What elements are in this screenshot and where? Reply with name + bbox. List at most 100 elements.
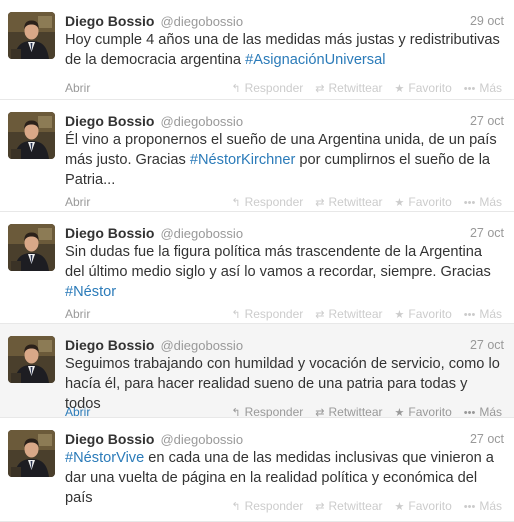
reply-arrow-icon: ↰ — [231, 309, 241, 321]
retweet-button[interactable]: ⇄ Retwittear — [315, 499, 382, 513]
author-name[interactable]: Diego Bossio — [65, 337, 154, 353]
reply-arrow-icon: ↰ — [231, 501, 241, 513]
retweet-label: Retwittear — [328, 307, 383, 321]
reply-label: Responder — [244, 499, 304, 513]
tweet-text: Él vino a proponernos el sueño de una Ar… — [65, 130, 505, 190]
tweet-footer: Abrir ↰ Responder ⇄ Retwittear ★ Favorito ••• Má… — [65, 194, 502, 210]
reply-arrow-icon: ↰ — [231, 197, 241, 209]
tweet-header: Diego Bossio @diegobossio 27 oct — [65, 430, 504, 448]
author-name[interactable]: Diego Bossio — [65, 113, 154, 129]
retweet-button[interactable]: ⇄ Retwittear — [315, 81, 382, 95]
retweet-icon: ⇄ — [315, 501, 325, 513]
reply-button[interactable]: ↰ Responder — [231, 81, 303, 95]
hashtag-link[interactable]: #NéstorVive — [65, 450, 144, 466]
hashtag-link[interactable]: #NéstorKirchner — [190, 152, 295, 168]
reply-button[interactable]: ↰ Responder — [231, 307, 303, 321]
avatar[interactable] — [8, 12, 55, 59]
tweet-header: Diego Bossio @diegobossio 27 oct — [65, 224, 504, 242]
favorite-button[interactable]: ★ Favorito — [395, 195, 452, 209]
tweet-timestamp[interactable]: 27 oct — [470, 336, 504, 354]
tweet-actions: ↰ Responder ⇄ Retwittear ★ Favorito ••• Más — [219, 194, 502, 211]
retweet-label: Retwittear — [328, 195, 383, 209]
hashtag-link[interactable]: #AsignaciónUniversal — [245, 52, 385, 68]
ellipsis-icon: ••• — [463, 197, 476, 209]
tweet-footer: ↰ Responder ⇄ Retwittear ★ Favorito ••• Más — [65, 498, 502, 514]
expand-link[interactable]: Abrir — [65, 81, 90, 95]
author-name[interactable]: Diego Bossio — [65, 225, 154, 241]
expand-link[interactable]: Abrir — [65, 405, 90, 419]
tweet-header: Diego Bossio @diegobossio 27 oct — [65, 112, 504, 130]
author-handle[interactable]: @diegobossio — [160, 338, 243, 353]
tweet-timestamp[interactable]: 29 oct — [470, 12, 504, 30]
reply-button[interactable]: ↰ Responder — [231, 195, 303, 209]
avatar[interactable] — [8, 112, 55, 159]
tweet-text-part: Sin dudas fue la figura política más tra… — [65, 244, 491, 280]
avatar[interactable] — [8, 430, 55, 477]
more-button[interactable]: ••• Más — [464, 307, 502, 321]
tweet[interactable]: Diego Bossio @diegobossio 29 oct Hoy cumple… — [0, 0, 514, 100]
more-button[interactable]: ••• Más — [464, 499, 502, 513]
more-label: Más — [479, 81, 502, 95]
more-button[interactable]: ••• Más — [464, 195, 502, 209]
favorite-label: Favorito — [408, 405, 452, 419]
reply-label: Responder — [244, 405, 304, 419]
reply-button[interactable]: ↰ Responder — [231, 405, 303, 419]
retweet-icon: ⇄ — [315, 309, 325, 321]
retweet-button[interactable]: ⇄ Retwittear — [315, 307, 382, 321]
tweet[interactable]: Diego Bossio @diegobossio 27 oct Seguimos t… — [0, 324, 514, 419]
author-name[interactable]: Diego Bossio — [65, 13, 154, 29]
more-button[interactable]: ••• Más — [464, 81, 502, 95]
avatar[interactable] — [8, 224, 55, 271]
tweet-footer: Abrir ↰ Responder ⇄ Retwittear ★ Favorito ••• Má… — [65, 80, 502, 96]
more-button[interactable]: ••• Más — [464, 405, 502, 419]
tweet-timestamp[interactable]: 27 oct — [470, 112, 504, 130]
favorite-button[interactable]: ★ Favorito — [395, 307, 452, 321]
tweet-actions: ↰ Responder ⇄ Retwittear ★ Favorito ••• Más — [219, 498, 502, 515]
author-handle[interactable]: @diegobossio — [160, 14, 243, 29]
expand-link[interactable]: Abrir — [65, 307, 90, 321]
reply-arrow-icon: ↰ — [231, 83, 241, 95]
retweet-button[interactable]: ⇄ Retwittear — [315, 405, 382, 419]
favorite-button[interactable]: ★ Favorito — [395, 405, 452, 419]
tweet-timestamp[interactable]: 27 oct — [470, 430, 504, 448]
retweet-icon: ⇄ — [315, 83, 325, 95]
favorite-label: Favorito — [408, 81, 452, 95]
author-handle[interactable]: @diegobossio — [160, 432, 243, 447]
reply-label: Responder — [244, 195, 304, 209]
tweet-text: Sin dudas fue la figura política más tra… — [65, 242, 505, 302]
reply-button[interactable]: ↰ Responder — [231, 499, 303, 513]
tweet-header: Diego Bossio @diegobossio 29 oct — [65, 12, 504, 30]
favorite-label: Favorito — [408, 195, 452, 209]
star-icon: ★ — [394, 197, 405, 209]
retweet-button[interactable]: ⇄ Retwittear — [315, 195, 382, 209]
author-handle[interactable]: @diegobossio — [160, 226, 243, 241]
more-label: Más — [479, 405, 502, 419]
tweet[interactable]: Diego Bossio @diegobossio 27 oct #NéstorViv… — [0, 418, 514, 522]
ellipsis-icon: ••• — [463, 501, 476, 513]
tweet-timestamp[interactable]: 27 oct — [470, 224, 504, 242]
favorite-label: Favorito — [408, 499, 452, 513]
expand-link[interactable]: Abrir — [65, 195, 90, 209]
more-label: Más — [479, 499, 502, 513]
ellipsis-icon: ••• — [463, 309, 476, 321]
hashtag-link[interactable]: #Néstor — [65, 284, 116, 300]
tweet-actions: ↰ Responder ⇄ Retwittear ★ Favorito ••• Más — [219, 80, 502, 97]
favorite-button[interactable]: ★ Favorito — [395, 81, 452, 95]
avatar[interactable] — [8, 336, 55, 383]
retweet-icon: ⇄ — [315, 197, 325, 209]
author-handle[interactable]: @diegobossio — [160, 114, 243, 129]
tweet[interactable]: Diego Bossio @diegobossio 27 oct Sin dudas … — [0, 212, 514, 324]
more-label: Más — [479, 195, 502, 209]
tweet[interactable]: Diego Bossio @diegobossio 27 oct Él vino a … — [0, 100, 514, 212]
author-name[interactable]: Diego Bossio — [65, 431, 154, 447]
tweet-timeline: Diego Bossio @diegobossio 29 oct Hoy cumple… — [0, 0, 514, 522]
tweet-actions: ↰ Responder ⇄ Retwittear ★ Favorito ••• Más — [219, 306, 502, 323]
reply-label: Responder — [244, 307, 304, 321]
star-icon: ★ — [394, 83, 405, 95]
favorite-label: Favorito — [408, 307, 452, 321]
tweet-header: Diego Bossio @diegobossio 27 oct — [65, 336, 504, 354]
star-icon: ★ — [394, 309, 405, 321]
retweet-label: Retwittear — [328, 499, 383, 513]
favorite-button[interactable]: ★ Favorito — [395, 499, 452, 513]
retweet-label: Retwittear — [328, 405, 383, 419]
